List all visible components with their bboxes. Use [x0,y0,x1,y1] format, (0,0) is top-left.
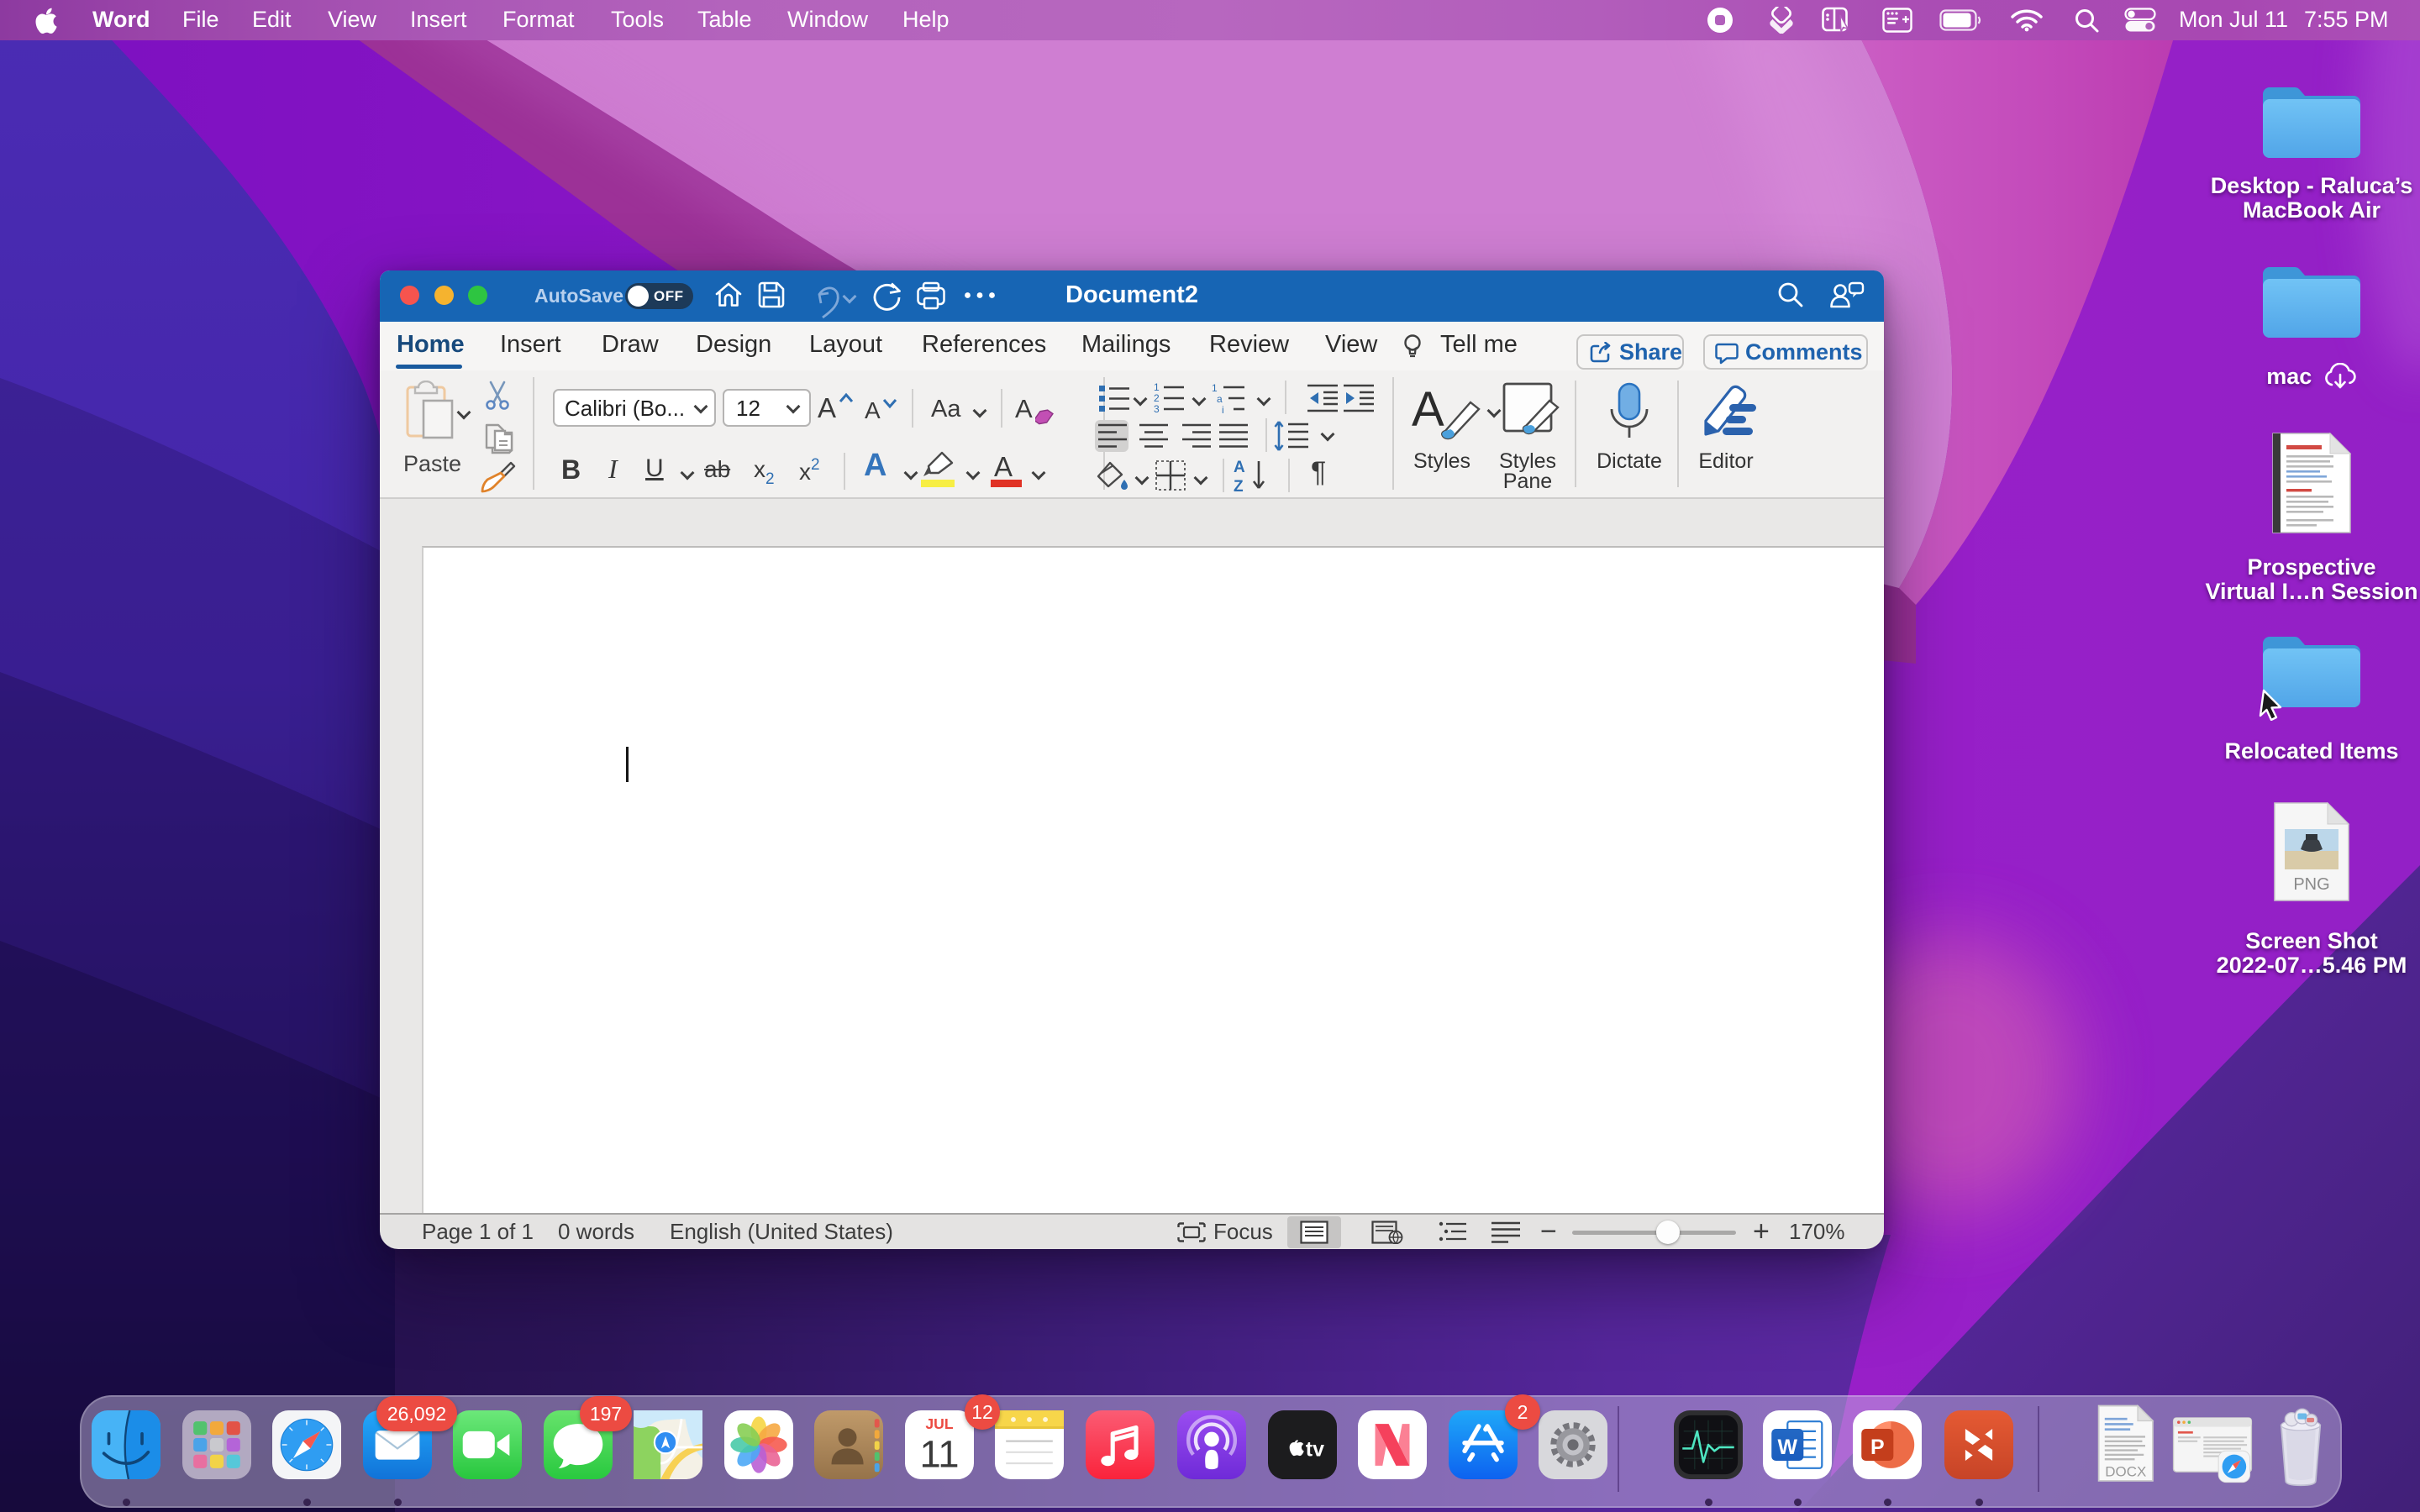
svg-text:1: 1 [1212,382,1218,394]
svg-text:W: W [1778,1436,1798,1459]
svg-text:a: a [1217,393,1223,405]
svg-text:2: 2 [1154,392,1160,404]
svg-text:3: 3 [1154,403,1160,414]
svg-text:Z: Z [1234,478,1244,493]
svg-text:JUL: JUL [925,1415,953,1432]
svg-text:PNG: PNG [2293,875,2329,894]
svg-text:11: 11 [919,1432,959,1475]
svg-text:P: P [1870,1436,1885,1459]
svg-text:A: A [1412,382,1444,437]
svg-text:i: i [1222,404,1224,414]
svg-text:A: A [1234,459,1245,476]
svg-text:tv: tv [1306,1438,1324,1462]
svg-text:DOCX: DOCX [2105,1464,2146,1480]
